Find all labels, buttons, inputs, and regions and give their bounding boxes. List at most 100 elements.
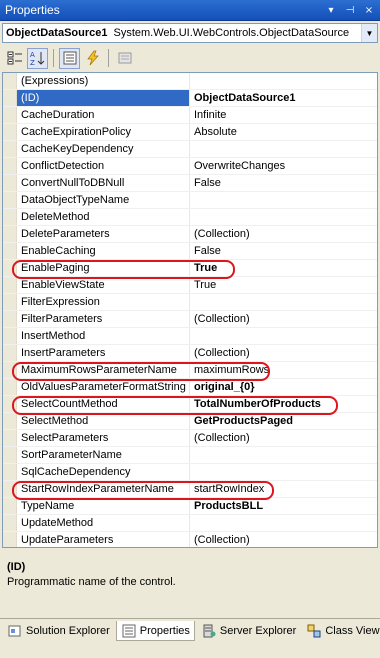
property-value[interactable]: (Collection) [190,345,377,361]
property-row[interactable]: TypeName ProductsBLL [3,498,377,515]
property-row[interactable]: DeleteParameters (Collection) [3,226,377,243]
property-name[interactable]: SelectMethod [17,413,190,429]
property-name[interactable]: SelectCountMethod [17,396,190,412]
property-row[interactable]: InsertParameters (Collection) [3,345,377,362]
tab-solution-explorer[interactable]: Solution Explorer [3,621,114,641]
property-row[interactable]: ConflictDetection OverwriteChanges [3,158,377,175]
tab-properties[interactable]: Properties [115,621,195,641]
property-row[interactable]: CacheKeyDependency [3,141,377,158]
property-row[interactable]: SqlCacheDependency [3,464,377,481]
property-name[interactable]: InsertMethod [17,328,190,344]
property-row[interactable]: MaximumRowsParameterName maximumRows [3,362,377,379]
property-value[interactable]: original_{0} [190,379,377,395]
property-value[interactable] [190,447,377,463]
property-value[interactable] [190,209,377,225]
property-value[interactable] [190,141,377,157]
property-value[interactable]: False [190,243,377,259]
property-name[interactable]: ConvertNullToDBNull [17,175,190,191]
property-row[interactable]: SelectParameters (Collection) [3,430,377,447]
property-value[interactable]: ObjectDataSource1 [190,90,377,106]
property-name[interactable]: MaximumRowsParameterName [17,362,190,378]
property-row[interactable]: UpdateParameters (Collection) [3,532,377,547]
property-row[interactable]: FilterParameters (Collection) [3,311,377,328]
events-button[interactable] [82,48,103,69]
property-name[interactable]: DeleteParameters [17,226,190,242]
property-value[interactable] [190,328,377,344]
property-row[interactable]: SortParameterName [3,447,377,464]
property-row[interactable]: EnablePaging True [3,260,377,277]
property-name[interactable]: DataObjectTypeName [17,192,190,208]
tab-server-explorer[interactable]: Server Explorer [197,621,300,641]
property-pages-button[interactable] [114,48,135,69]
property-row[interactable]: InsertMethod [3,328,377,345]
property-row[interactable]: DataObjectTypeName [3,192,377,209]
property-name[interactable]: (ID) [17,90,190,106]
property-row[interactable]: FilterExpression [3,294,377,311]
property-value[interactable]: Infinite [190,107,377,123]
property-name[interactable]: InsertParameters [17,345,190,361]
property-name[interactable]: SelectParameters [17,430,190,446]
property-name[interactable]: UpdateMethod [17,515,190,531]
tab-class-view[interactable]: Class View [302,621,380,641]
toolbar-separator [53,49,54,67]
property-value[interactable]: (Collection) [190,311,377,327]
property-row[interactable]: (ID) ObjectDataSource1 [3,90,377,107]
window-position-icon[interactable]: ▾ [323,2,339,18]
property-value[interactable]: ProductsBLL [190,498,377,514]
property-value[interactable] [190,192,377,208]
property-name[interactable]: SqlCacheDependency [17,464,190,480]
categorized-button[interactable] [4,48,25,69]
property-name[interactable]: TypeName [17,498,190,514]
property-name[interactable]: CacheDuration [17,107,190,123]
property-row[interactable]: OldValuesParameterFormatString original_{… [3,379,377,396]
property-value[interactable] [190,464,377,480]
chevron-down-icon[interactable]: ▼ [361,24,377,42]
property-row[interactable]: CacheExpirationPolicy Absolute [3,124,377,141]
property-row[interactable]: SelectMethod GetProductsPaged [3,413,377,430]
property-name[interactable]: CacheExpirationPolicy [17,124,190,140]
property-value[interactable]: GetProductsPaged [190,413,377,429]
property-name[interactable]: StartRowIndexParameterName [17,481,190,497]
property-name[interactable]: SortParameterName [17,447,190,463]
property-value[interactable]: True [190,277,377,293]
properties-button[interactable] [59,47,80,69]
property-value[interactable] [190,515,377,531]
property-name[interactable]: DeleteMethod [17,209,190,225]
property-value[interactable]: (Collection) [190,430,377,446]
property-row[interactable]: DeleteMethod [3,209,377,226]
property-name[interactable]: EnablePaging [17,260,190,276]
property-name[interactable]: (Expressions) [17,73,190,89]
object-selector[interactable]: ObjectDataSource1 System.Web.UI.WebContr… [2,23,378,43]
property-row[interactable]: ConvertNullToDBNull False [3,175,377,192]
property-row[interactable]: EnableViewState True [3,277,377,294]
auto-hide-pin-icon[interactable]: ⊣ [342,2,358,18]
property-value[interactable] [190,73,377,89]
property-value[interactable]: False [190,175,377,191]
property-name[interactable]: OldValuesParameterFormatString [17,379,190,395]
property-name[interactable]: EnableViewState [17,277,190,293]
property-row[interactable]: StartRowIndexParameterName startRowIndex [3,481,377,498]
property-value[interactable]: (Collection) [190,532,377,547]
property-name[interactable]: UpdateParameters [17,532,190,547]
property-value[interactable]: OverwriteChanges [190,158,377,174]
property-value[interactable] [190,294,377,310]
property-name[interactable]: FilterParameters [17,311,190,327]
property-name[interactable]: ConflictDetection [17,158,190,174]
alphabetical-button[interactable]: A Z [27,47,48,69]
property-value[interactable]: startRowIndex [190,481,377,497]
close-icon[interactable]: × [361,2,377,18]
property-name[interactable]: EnableCaching [17,243,190,259]
property-row[interactable]: SelectCountMethod TotalNumberOfProducts [3,396,377,413]
property-row[interactable]: EnableCaching False [3,243,377,260]
property-name[interactable]: FilterExpression [17,294,190,310]
property-value[interactable]: TotalNumberOfProducts [190,396,377,412]
events-icon [86,50,99,66]
property-row[interactable]: UpdateMethod [3,515,377,532]
property-row[interactable]: CacheDuration Infinite [3,107,377,124]
property-value[interactable]: Absolute [190,124,377,140]
property-value[interactable]: True [190,260,377,276]
property-name[interactable]: CacheKeyDependency [17,141,190,157]
property-value[interactable]: (Collection) [190,226,377,242]
property-row[interactable]: (Expressions) [3,73,377,90]
property-value[interactable]: maximumRows [190,362,377,378]
